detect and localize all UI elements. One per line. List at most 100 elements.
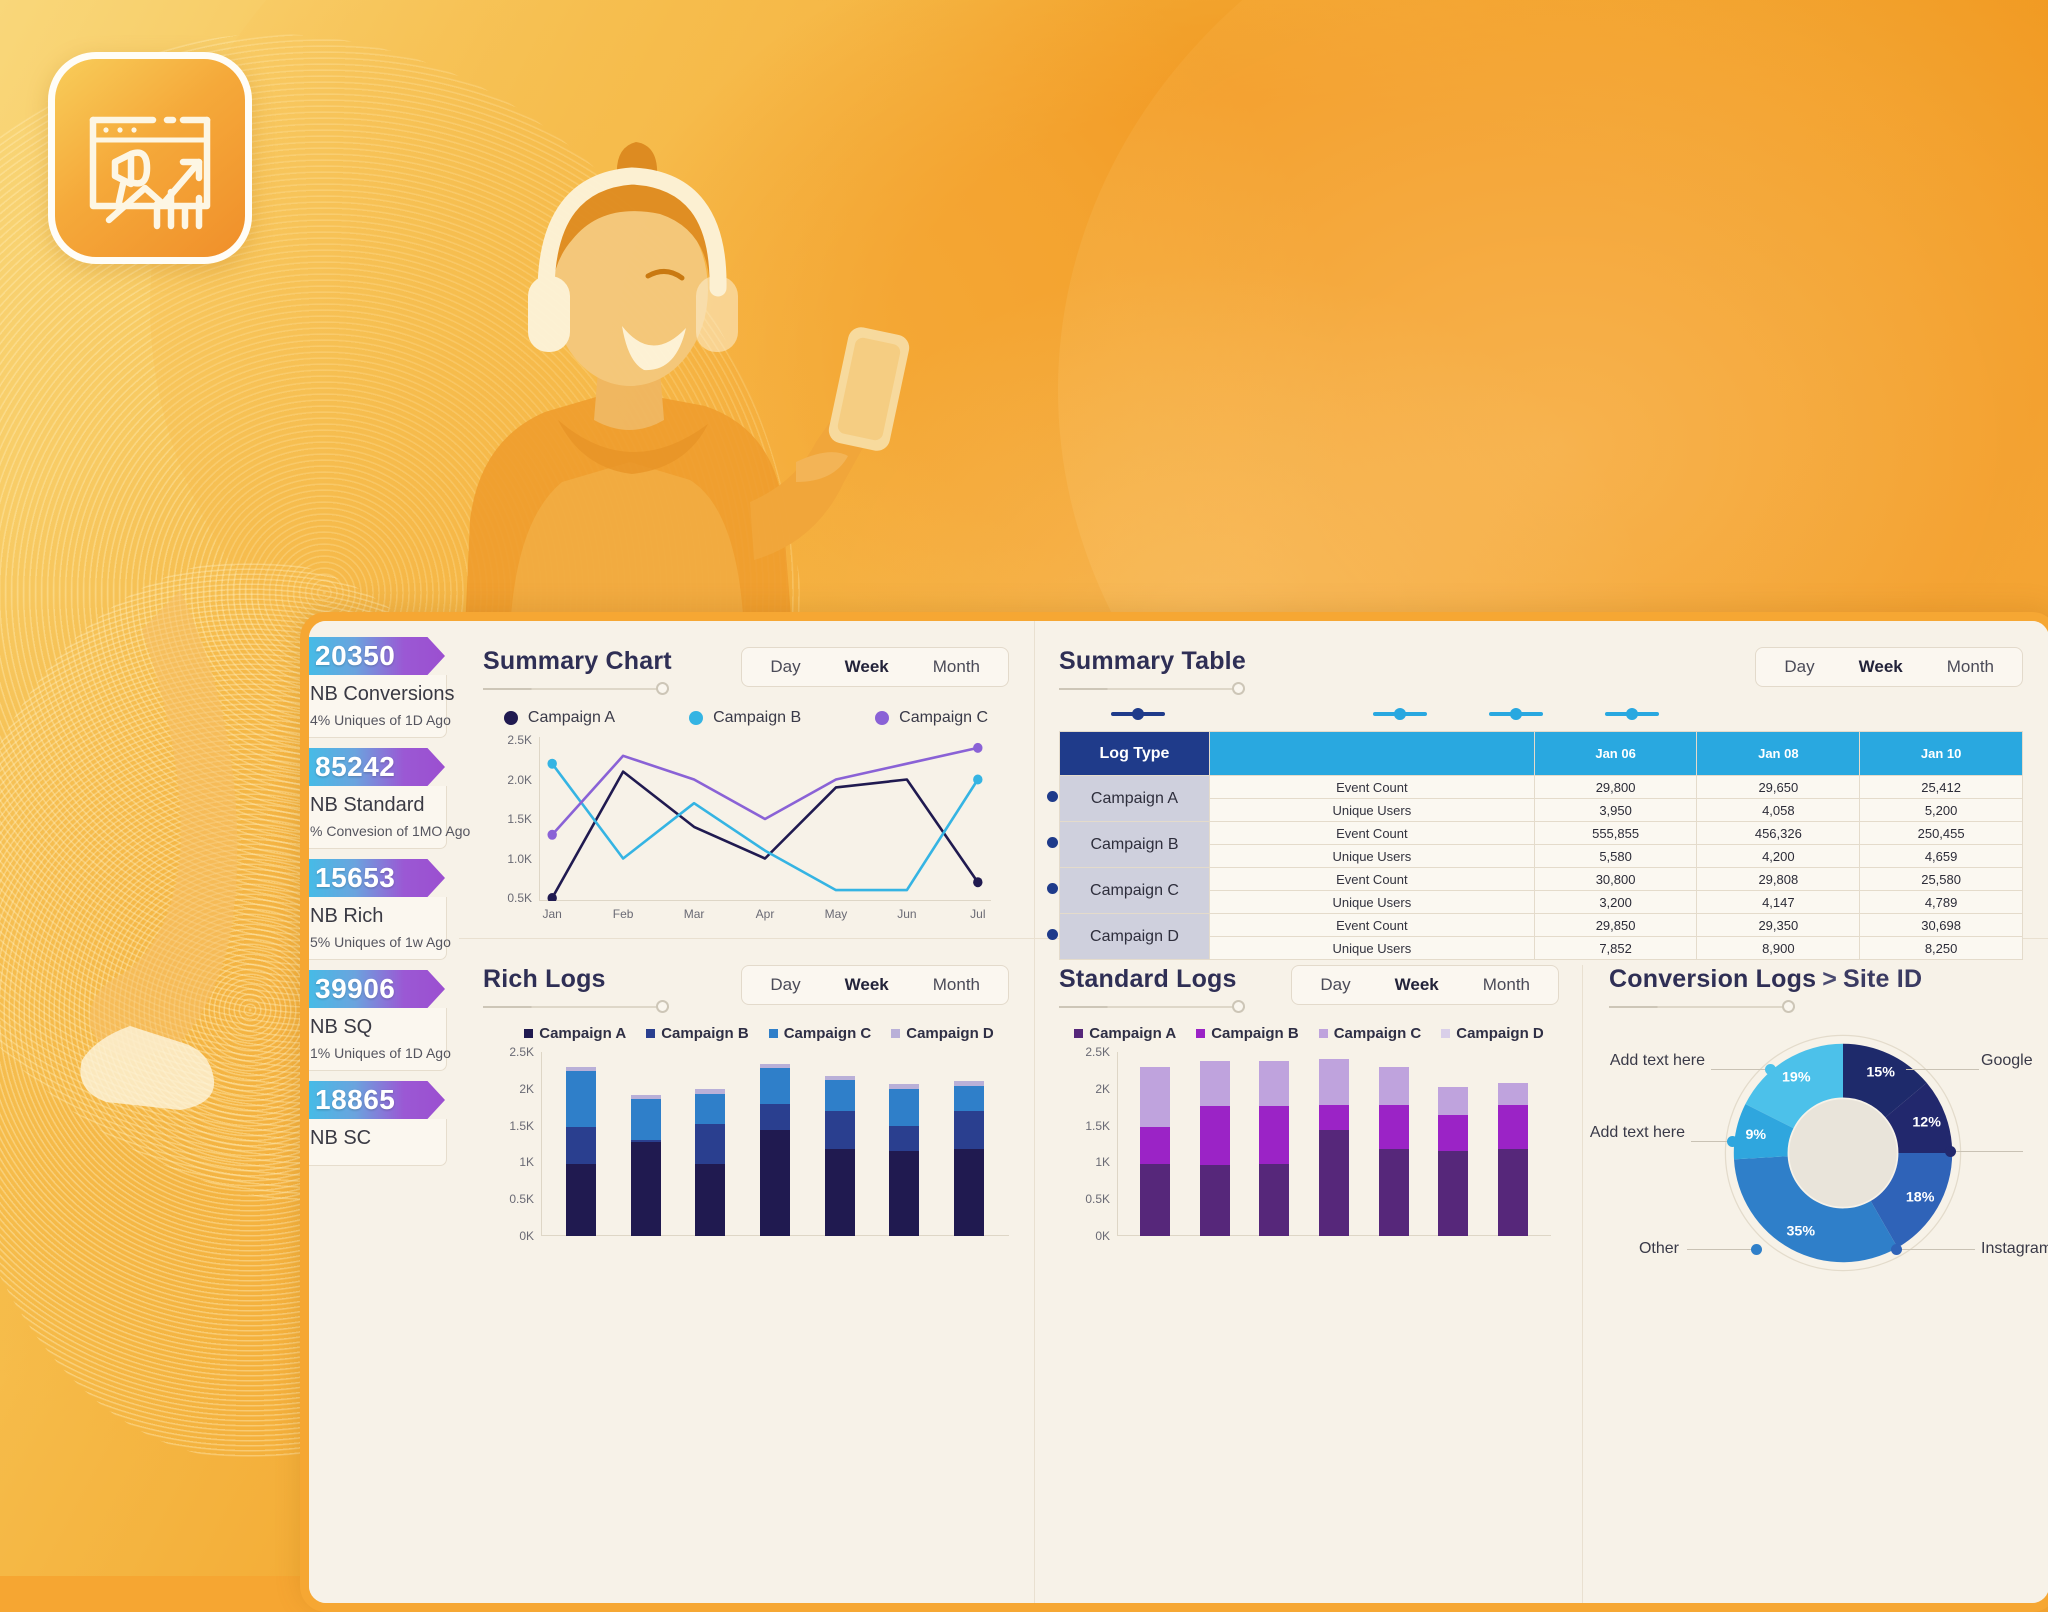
kpi-card[interactable]: 20350 NB Conversions 4% Uniques of 1D Ag… <box>309 637 459 738</box>
bar-segment-campaign-a <box>630 1141 661 1236</box>
legend-item: Campaign D <box>1441 1025 1544 1042</box>
range-month-button[interactable]: Month <box>911 648 1002 686</box>
slider-knob[interactable] <box>1782 1000 1795 1013</box>
stacked-bar[interactable] <box>695 1052 726 1236</box>
range-month-button[interactable]: Month <box>1925 648 2016 686</box>
y-axis-tick-label: 0K <box>1095 1229 1110 1243</box>
standard-logs-legend: Campaign A Campaign B Campaign C Campaig… <box>1059 1025 1559 1042</box>
slider-knob[interactable] <box>656 682 669 695</box>
standard-logs-slider[interactable] <box>1059 1000 1245 1013</box>
legend-item: Campaign A <box>503 709 616 727</box>
hero-photo-legs <box>80 590 238 1110</box>
rich-logs-range-toggle[interactable]: Day Week Month <box>741 965 1009 1005</box>
stacked-bar[interactable] <box>824 1052 855 1236</box>
line-series-group <box>547 742 983 901</box>
y-axis-tick-label: 2.5K <box>1085 1045 1110 1059</box>
donut-slice-percent: 19% <box>1782 1069 1811 1085</box>
y-axis-tick-label: 1.5K <box>509 1118 534 1133</box>
table-cell-metric: Event Count <box>1209 821 1535 845</box>
kpi-subtext: 1% Uniques of 1D Ago <box>310 1045 451 1061</box>
summary-chart-slider[interactable] <box>483 682 669 695</box>
donut-label-add-text-1: Add text here <box>1609 1052 1705 1069</box>
standard-logs-plot: 0K 0.5K 1K 1.5K 2K 2.5K <box>1085 1045 1551 1243</box>
leader-line <box>1899 1249 1975 1250</box>
range-month-button[interactable]: Month <box>1461 966 1552 1004</box>
stacked-bar[interactable] <box>1438 1052 1469 1236</box>
range-week-button[interactable]: Week <box>823 648 911 686</box>
standard-logs-range-toggle[interactable]: Day Week Month <box>1291 965 1559 1005</box>
range-day-button[interactable]: Day <box>1298 966 1372 1004</box>
legend-swatch-campaign-c <box>875 711 890 725</box>
range-day-button[interactable]: Day <box>748 648 822 686</box>
leader-dot <box>1891 1244 1902 1255</box>
summary-table-slider[interactable] <box>1059 682 1245 695</box>
range-month-button[interactable]: Month <box>911 966 1002 1004</box>
kpi-value-ribbon: 85242 <box>309 748 445 786</box>
stacked-bar[interactable] <box>1318 1052 1349 1236</box>
y-axis-tick-label: 2K <box>519 1081 534 1096</box>
kpi-subtext: 5% Uniques of 1w Ago <box>310 934 451 950</box>
range-week-button[interactable]: Week <box>1373 966 1461 1004</box>
leader-line <box>1953 1151 2023 1152</box>
leader-line <box>1903 1069 1979 1070</box>
stacked-bar[interactable] <box>759 1052 790 1236</box>
stacked-bar[interactable] <box>1378 1052 1409 1236</box>
slider-knob[interactable] <box>1232 682 1245 695</box>
rich-logs-panel: Rich Logs Day Week Month Campaign A Camp… <box>459 939 1035 1603</box>
legend-label: Campaign A <box>527 709 616 726</box>
slider-knob[interactable] <box>656 1000 669 1013</box>
summary-chart-range-toggle[interactable]: Day Week Month <box>741 647 1009 687</box>
stacked-bar[interactable] <box>1259 1052 1290 1236</box>
slider-knob[interactable] <box>1232 1000 1245 1013</box>
kpi-card[interactable]: 85242 NB Standard % Convesion of 1MO Ago <box>309 748 470 849</box>
bar-segment-campaign-c <box>1199 1060 1230 1107</box>
rich-logs-legend: Campaign A Campaign B Campaign C Campaig… <box>483 1025 1035 1042</box>
donut-label-add-text-2: Add text here <box>1589 1124 1685 1141</box>
conversion-logs-slider[interactable] <box>1609 1000 1795 1013</box>
stacked-bar[interactable] <box>1498 1052 1529 1236</box>
range-day-button[interactable]: Day <box>748 966 822 1004</box>
column-slider-1[interactable] <box>1373 708 1427 720</box>
y-axis-tick-label: 0.5K <box>1085 1192 1110 1207</box>
column-slider-logtype[interactable] <box>1111 708 1165 720</box>
slider-track <box>483 1006 669 1008</box>
stacked-bar[interactable] <box>566 1052 597 1236</box>
table-cell-value: 30,698 <box>1859 913 2023 937</box>
standard-logs-panel: Standard Logs Day Week Month Campaign A <box>1035 965 1583 1603</box>
range-week-button[interactable]: Week <box>823 966 911 1004</box>
bar-segment-campaign-c <box>824 1079 855 1111</box>
line-endpoint-marker <box>973 742 983 753</box>
range-day-button[interactable]: Day <box>1762 648 1836 686</box>
legend-item: Campaign C <box>768 1025 871 1042</box>
stacked-bar[interactable] <box>889 1052 920 1236</box>
kpi-value: 20350 <box>315 640 396 671</box>
table-cell-value: 29,350 <box>1696 913 1861 937</box>
legend-swatch-campaign-b <box>1196 1029 1206 1038</box>
stacked-bar[interactable] <box>1199 1052 1230 1236</box>
table-row: Campaign D Event Count 29,850 29,350 30,698 <box>1059 913 2023 960</box>
row-handle[interactable] <box>1047 791 1058 802</box>
legend-label: Campaign B <box>713 709 802 726</box>
bar-group <box>1117 1052 1551 1236</box>
x-axis-tick-label: Jan <box>542 907 562 921</box>
y-axis-tick-label: 1.5K <box>1085 1118 1110 1133</box>
bar-segment-campaign-a <box>566 1163 597 1236</box>
row-handle[interactable] <box>1047 883 1058 894</box>
kpi-card[interactable]: 39906 NB SQ 1% Uniques of 1D Ago <box>309 970 459 1071</box>
leader-dot <box>1895 1064 1906 1075</box>
column-slider-2[interactable] <box>1489 708 1543 720</box>
rich-logs-slider[interactable] <box>483 1000 669 1013</box>
column-slider-3[interactable] <box>1605 708 1659 720</box>
stacked-bar[interactable] <box>953 1052 984 1236</box>
range-week-button[interactable]: Week <box>1837 648 1925 686</box>
donut-slice-percent: 12% <box>1912 1115 1941 1131</box>
summary-table-range-toggle[interactable]: Day Week Month <box>1755 647 2023 687</box>
y-axis-tick-label: 2K <box>1095 1081 1110 1096</box>
row-handle[interactable] <box>1047 837 1058 848</box>
kpi-card[interactable]: 18865 NB SC <box>309 1081 459 1166</box>
stacked-bar[interactable] <box>630 1052 661 1236</box>
kpi-card[interactable]: 15653 NB Rich 5% Uniques of 1w Ago <box>309 859 459 960</box>
breadcrumb-site-id[interactable]: Site ID <box>1843 965 1922 993</box>
stacked-bar[interactable] <box>1139 1052 1170 1236</box>
table-column-sliders[interactable] <box>1059 705 2023 727</box>
